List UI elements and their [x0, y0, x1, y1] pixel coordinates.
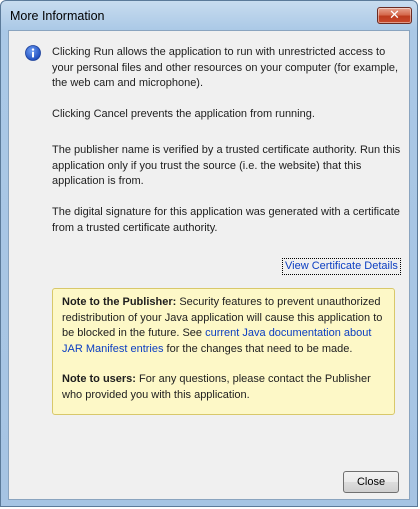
close-button[interactable]: Close [343, 471, 399, 493]
users-note: Note to users: For any questions, please… [62, 372, 386, 403]
publisher-note-box: Note to the Publisher: Security features… [52, 288, 395, 415]
digital-signature-text: The digital signature for this applicati… [52, 206, 400, 234]
title-bar[interactable]: More Information ✕ [1, 1, 417, 31]
publisher-verified-text: The publisher name is verified by a trus… [52, 144, 401, 187]
info-icon [25, 45, 41, 61]
users-note-heading: Note to users: [62, 373, 136, 385]
run-explanation-text: Clicking Run allows the application to r… [52, 46, 399, 89]
window-close-icon[interactable]: ✕ [377, 7, 412, 24]
window-title: More Information [10, 9, 105, 23]
dialog-content: Clicking Run allows the application to r… [8, 30, 410, 500]
view-certificate-details-link[interactable]: View Certificate Details [282, 258, 401, 275]
publisher-note-heading: Note to the Publisher: [62, 296, 177, 308]
more-information-dialog: More Information ✕ Clicking Run allows t… [0, 0, 418, 507]
publisher-note-text-2: for the changes that need to be made. [163, 342, 353, 355]
cancel-explanation-text: Clicking Cancel prevents the application… [52, 108, 315, 120]
publisher-note: Note to the Publisher: Security features… [62, 295, 386, 357]
